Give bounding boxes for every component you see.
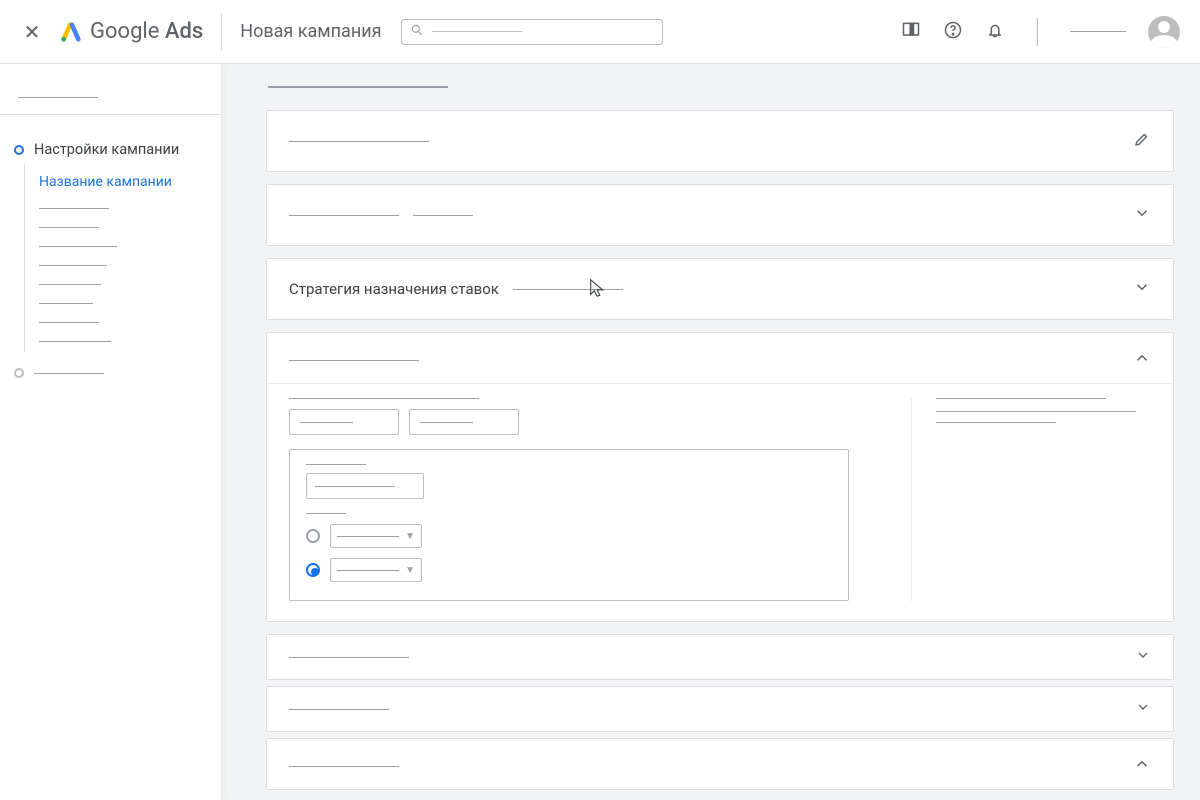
page-title: Новая кампания	[240, 21, 381, 42]
card-collapsed-small-1[interactable]	[266, 634, 1174, 680]
card-collapsed-1[interactable]	[266, 184, 1174, 246]
account-label[interactable]	[1070, 31, 1126, 32]
card-bidding-strategy[interactable]: Стратегия назначения ставок	[266, 258, 1174, 320]
dropdown[interactable]: ▼	[330, 524, 422, 548]
sidebar: Настройки кампании Название кампании	[0, 64, 222, 800]
sidebar-step-campaign-settings[interactable]: Настройки кампании	[0, 135, 221, 164]
chip-option[interactable]	[289, 409, 399, 435]
edit-icon[interactable]	[1133, 130, 1151, 152]
card-budget-expanded: ▼ ▼	[266, 332, 1174, 622]
caret-down-icon: ▼	[405, 531, 415, 542]
radio-option-2[interactable]: ▼	[306, 558, 832, 582]
logo[interactable]: Google Ads	[60, 19, 203, 44]
header-actions	[901, 16, 1180, 48]
dropdown[interactable]: ▼	[330, 558, 422, 582]
card-expanded-bottom	[266, 738, 1174, 790]
radio-selected-icon	[306, 563, 320, 577]
card-label	[289, 657, 409, 658]
card-label: Стратегия назначения ставок	[289, 280, 499, 298]
logo-mark-icon	[60, 21, 82, 43]
sidebar-step-label: Настройки кампании	[34, 141, 179, 158]
sidebar-item[interactable]	[39, 246, 117, 247]
options-panel: ▼ ▼	[289, 449, 849, 601]
card-label	[289, 709, 389, 710]
sidebar-item[interactable]	[39, 208, 109, 209]
card-label	[289, 766, 399, 767]
field-label	[306, 464, 366, 465]
sidebar-substeps: Название кампании	[24, 164, 221, 352]
sidebar-supertitle	[18, 84, 98, 98]
chip-option[interactable]	[409, 409, 519, 435]
sidebar-item[interactable]	[39, 227, 99, 228]
sidebar-item[interactable]	[39, 303, 93, 304]
card-value	[513, 289, 623, 290]
avatar[interactable]	[1148, 16, 1180, 48]
logo-text: Google Ads	[90, 19, 203, 44]
radio-option-1[interactable]: ▼	[306, 524, 832, 548]
sidebar-item[interactable]	[39, 265, 107, 266]
chevron-down-icon[interactable]	[1135, 647, 1151, 667]
section-title	[268, 86, 448, 88]
card-label	[289, 360, 419, 361]
header-divider	[221, 14, 222, 50]
reports-icon[interactable]	[901, 20, 921, 44]
text-input[interactable]	[306, 473, 424, 499]
chevron-down-icon[interactable]	[1135, 699, 1151, 719]
card-label	[289, 141, 429, 142]
search-icon	[410, 23, 424, 41]
step-indicator-icon	[14, 368, 24, 378]
app-header: ✕ Google Ads Новая кампания	[0, 0, 1200, 64]
chevron-up-icon[interactable]	[1133, 349, 1151, 371]
chevron-up-icon[interactable]	[1133, 755, 1151, 777]
step-indicator-icon	[14, 145, 24, 155]
sidebar-item[interactable]	[39, 322, 99, 323]
main-content: Стратегия назначения ставок	[222, 64, 1200, 800]
card-value	[413, 215, 473, 216]
subsection-label	[289, 398, 479, 399]
sidebar-item[interactable]	[39, 341, 111, 342]
sidebar-item-campaign-name[interactable]: Название кампании	[39, 174, 221, 190]
card-campaign-name[interactable]	[266, 110, 1174, 172]
search-placeholder	[432, 31, 522, 32]
search-input[interactable]	[401, 19, 663, 45]
radio-icon	[306, 529, 320, 543]
sidebar-step-label	[34, 373, 104, 374]
field-label	[306, 513, 346, 514]
caret-down-icon: ▼	[405, 565, 415, 576]
notifications-icon[interactable]	[985, 20, 1005, 44]
chevron-down-icon[interactable]	[1133, 204, 1151, 226]
help-icon[interactable]	[943, 20, 963, 44]
header-divider-2	[1037, 18, 1038, 46]
sidebar-step-next[interactable]	[0, 362, 221, 384]
card-label	[289, 215, 399, 216]
sidebar-item[interactable]	[39, 284, 101, 285]
chevron-down-icon[interactable]	[1133, 278, 1151, 300]
help-panel	[911, 398, 1151, 601]
close-icon[interactable]: ✕	[20, 20, 44, 44]
card-collapsed-small-2[interactable]	[266, 686, 1174, 732]
